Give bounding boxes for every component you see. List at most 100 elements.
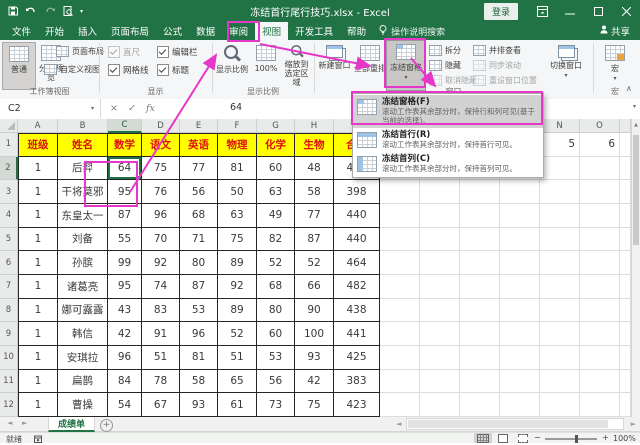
cell-B7[interactable]: 诸葛亮 xyxy=(58,275,108,299)
horizontal-scrollbar-thumb[interactable] xyxy=(408,420,608,428)
cell-N2[interactable] xyxy=(540,157,580,181)
cell-M9[interactable] xyxy=(500,322,540,346)
col-header-E[interactable]: E xyxy=(180,119,218,133)
ribbon-tab-4[interactable]: 公式 xyxy=(156,22,189,40)
hscroll-left-icon[interactable]: ◄ xyxy=(396,420,401,428)
cell-H4[interactable]: 77 xyxy=(295,204,334,228)
cell-N3[interactable] xyxy=(540,180,580,204)
cell-O8[interactable] xyxy=(580,299,620,323)
cell-E2[interactable]: 77 xyxy=(180,157,218,181)
zoom-100-button[interactable]: 100% xyxy=(252,42,280,88)
cell-K7[interactable] xyxy=(420,275,460,299)
cell-J8[interactable] xyxy=(380,299,420,323)
cell-F9[interactable]: 52 xyxy=(218,322,257,346)
cell-M6[interactable] xyxy=(500,251,540,275)
row-header-5[interactable]: 5 xyxy=(0,228,18,252)
cell-O7[interactable] xyxy=(580,275,620,299)
undo-icon[interactable] xyxy=(25,7,37,16)
cell-D8[interactable]: 83 xyxy=(142,299,180,323)
cell-G2[interactable]: 60 xyxy=(257,157,295,181)
split-button[interactable]: 拆分 xyxy=(429,45,461,56)
cell-C3[interactable]: 95 xyxy=(108,180,142,204)
cell-E5[interactable]: 71 xyxy=(180,228,218,252)
cell-C2[interactable]: 64 xyxy=(108,157,142,181)
cell-J7[interactable] xyxy=(380,275,420,299)
zoom-slider-thumb[interactable] xyxy=(575,435,578,443)
cell-I9[interactable]: 441 xyxy=(334,322,380,346)
cancel-icon[interactable]: × xyxy=(110,103,118,114)
cell-L7[interactable] xyxy=(460,275,500,299)
cell-J4[interactable] xyxy=(380,204,420,228)
page-layout-view-button[interactable]: 页面布局 xyxy=(56,46,104,57)
row-header-7[interactable]: 7 xyxy=(0,275,18,299)
row-header-10[interactable]: 10 xyxy=(0,346,18,370)
row-header-2[interactable]: 2 xyxy=(0,157,18,181)
cell-G6[interactable]: 52 xyxy=(257,251,295,275)
select-all-corner[interactable] xyxy=(0,119,18,133)
cell-L11[interactable] xyxy=(460,370,500,394)
cell-A5[interactable]: 1 xyxy=(18,228,58,252)
cell-F10[interactable]: 51 xyxy=(218,346,257,370)
print-preview-icon[interactable] xyxy=(63,6,73,17)
ribbon-tab-7[interactable]: 视图 xyxy=(255,22,288,40)
row-header-1[interactable]: 1 xyxy=(0,133,18,157)
cell-G7[interactable]: 68 xyxy=(257,275,295,299)
cell-L12[interactable] xyxy=(460,393,500,417)
cell-L8[interactable] xyxy=(460,299,500,323)
cell-G8[interactable]: 80 xyxy=(257,299,295,323)
cell-A8[interactable]: 1 xyxy=(18,299,58,323)
cell-B3[interactable]: 干将莫邪 xyxy=(58,180,108,204)
cell-K12[interactable] xyxy=(420,393,460,417)
maximize-button[interactable] xyxy=(584,0,612,22)
cell-N12[interactable] xyxy=(540,393,580,417)
cell-L4[interactable] xyxy=(460,204,500,228)
zoom-slider-track[interactable] xyxy=(545,438,597,440)
ribbon-tab-5[interactable]: 数据 xyxy=(189,22,222,40)
cell-G1[interactable]: 化学 xyxy=(257,133,295,157)
cell-O11[interactable] xyxy=(580,370,620,394)
cell-A12[interactable]: 1 xyxy=(18,393,58,417)
cell-D9[interactable]: 91 xyxy=(142,322,180,346)
horizontal-scrollbar[interactable]: ◄ ► xyxy=(396,418,636,430)
cell-D7[interactable]: 74 xyxy=(142,275,180,299)
cell-C6[interactable]: 99 xyxy=(108,251,142,275)
scroll-up-icon[interactable]: ▲ xyxy=(632,122,640,128)
cell-partial-1[interactable] xyxy=(620,133,631,157)
cell-N11[interactable] xyxy=(540,370,580,394)
cell-K4[interactable] xyxy=(420,204,460,228)
cell-partial-8[interactable] xyxy=(620,299,631,323)
cell-E3[interactable]: 56 xyxy=(180,180,218,204)
cell-H5[interactable]: 87 xyxy=(295,228,334,252)
row-header-11[interactable]: 11 xyxy=(0,370,18,394)
new-sheet-button[interactable]: + xyxy=(100,419,113,432)
cell-G4[interactable]: 49 xyxy=(257,204,295,228)
cell-F12[interactable]: 61 xyxy=(218,393,257,417)
col-header-N[interactable]: N xyxy=(540,119,580,133)
cell-E7[interactable]: 87 xyxy=(180,275,218,299)
cell-L10[interactable] xyxy=(460,346,500,370)
ribbon-display-options-icon[interactable] xyxy=(528,0,556,22)
cell-B12[interactable]: 曹操 xyxy=(58,393,108,417)
col-header-C[interactable]: C xyxy=(108,119,142,133)
col-header-partial[interactable] xyxy=(620,119,631,133)
cell-J11[interactable] xyxy=(380,370,420,394)
cell-partial-3[interactable] xyxy=(620,180,631,204)
col-header-H[interactable]: H xyxy=(295,119,334,133)
cell-I7[interactable]: 482 xyxy=(334,275,380,299)
cell-I8[interactable]: 438 xyxy=(334,299,380,323)
ribbon-tab-2[interactable]: 插入 xyxy=(71,22,104,40)
switch-windows-button[interactable]: 切换窗口 ▾ xyxy=(545,42,587,88)
cell-K3[interactable] xyxy=(420,180,460,204)
custom-views-button[interactable]: 自定义视图 xyxy=(44,64,100,75)
vertical-scrollbar-thumb[interactable] xyxy=(633,135,639,245)
cell-O1[interactable]: 6 xyxy=(580,133,620,157)
row-header-6[interactable]: 6 xyxy=(0,251,18,275)
cell-E9[interactable]: 96 xyxy=(180,322,218,346)
cell-F7[interactable]: 92 xyxy=(218,275,257,299)
cell-E8[interactable]: 53 xyxy=(180,299,218,323)
cell-J10[interactable] xyxy=(380,346,420,370)
cell-H10[interactable]: 93 xyxy=(295,346,334,370)
cell-E6[interactable]: 80 xyxy=(180,251,218,275)
cell-A6[interactable]: 1 xyxy=(18,251,58,275)
headings-checkbox[interactable]: 标题 xyxy=(157,64,189,76)
